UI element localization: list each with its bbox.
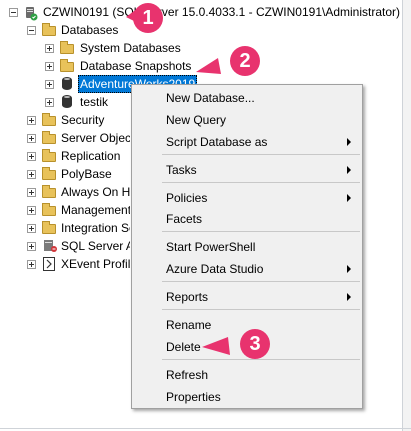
- database-icon: [62, 95, 72, 108]
- expand-icon[interactable]: [27, 152, 36, 161]
- xevent-icon: [42, 257, 58, 271]
- folder-icon: [42, 113, 56, 126]
- tree-node-management[interactable]: Management: [0, 201, 130, 219]
- submenu-arrow-icon: [347, 265, 351, 273]
- expand-icon[interactable]: [27, 242, 36, 251]
- always-on-label: Always On High Availability: [61, 185, 130, 199]
- submenu-arrow-icon: [347, 293, 351, 301]
- menu-separator: [162, 154, 360, 155]
- tree-node-server[interactable]: CZWIN0191 (SQL Server 15.0.4033.1 - CZWI…: [0, 3, 400, 21]
- folder-icon: [42, 167, 56, 180]
- menu-item-new-query[interactable]: New Query: [166, 111, 356, 129]
- expand-icon[interactable]: [27, 116, 36, 125]
- collapse-icon[interactable]: [9, 8, 18, 17]
- folder-icon: [42, 131, 56, 144]
- expand-icon[interactable]: [45, 80, 54, 89]
- folder-icon: [60, 59, 74, 72]
- expand-icon[interactable]: [45, 98, 54, 107]
- tree-node-security[interactable]: Security: [0, 111, 130, 129]
- menu-separator: [162, 359, 360, 360]
- sql-server-agent-label: SQL Server Agent (Agent XPs disabled): [61, 239, 130, 253]
- callout-badge-1: 1: [133, 3, 163, 33]
- agent-icon: [42, 239, 58, 253]
- expand-icon[interactable]: [45, 62, 54, 71]
- folder-icon: [42, 185, 56, 198]
- expand-icon[interactable]: [45, 44, 54, 53]
- submenu-arrow-icon: [347, 138, 351, 146]
- folder-icon: [42, 221, 56, 234]
- tree-node-polybase[interactable]: PolyBase: [0, 165, 130, 183]
- tree-node-integration-services[interactable]: Integration Services Catalogs: [0, 219, 130, 237]
- menu-gutter: [134, 87, 158, 406]
- tree-node-testik[interactable]: testik: [0, 93, 130, 111]
- menu-item-delete[interactable]: Delete: [166, 338, 226, 356]
- menu-item-facets[interactable]: Facets: [166, 210, 356, 228]
- menu-item-tasks[interactable]: Tasks: [166, 161, 356, 179]
- collapse-icon[interactable]: [27, 26, 36, 35]
- integration-services-label: Integration Services Catalogs: [61, 221, 130, 235]
- submenu-arrow-icon: [347, 166, 351, 174]
- menu-separator: [162, 182, 360, 183]
- replication-label: Replication: [61, 149, 121, 163]
- context-menu: New Database... New Query Script Databas…: [131, 84, 363, 409]
- security-label: Security: [61, 113, 105, 127]
- folder-icon: [60, 41, 74, 54]
- menu-item-properties[interactable]: Properties: [166, 388, 356, 406]
- menu-item-reports[interactable]: Reports: [166, 288, 356, 306]
- expand-icon[interactable]: [27, 206, 36, 215]
- tree-node-server-objects[interactable]: Server Objects: [0, 129, 130, 147]
- expand-icon[interactable]: [27, 188, 36, 197]
- tree-node-replication[interactable]: Replication: [0, 147, 130, 165]
- expand-icon[interactable]: [27, 224, 36, 233]
- menu-item-policies[interactable]: Policies: [166, 189, 356, 207]
- folder-icon: [42, 149, 56, 162]
- menu-item-refresh[interactable]: Refresh: [166, 366, 356, 384]
- submenu-arrow-icon: [347, 194, 351, 202]
- menu-separator: [162, 231, 360, 232]
- menu-item-start-powershell[interactable]: Start PowerShell: [166, 238, 356, 256]
- menu-item-azure-data-studio[interactable]: Azure Data Studio: [166, 260, 356, 278]
- server-objects-label: Server Objects: [61, 131, 130, 145]
- system-databases-label: System Databases: [80, 41, 181, 55]
- polybase-label: PolyBase: [61, 167, 112, 181]
- menu-separator: [162, 281, 360, 282]
- server-icon: [23, 5, 39, 21]
- vertical-scrollbar[interactable]: [403, 0, 411, 431]
- folder-icon: [42, 23, 56, 36]
- menu-item-new-database[interactable]: New Database...: [166, 89, 356, 107]
- expand-icon[interactable]: [27, 260, 36, 269]
- callout-badge-2: 2: [230, 46, 260, 76]
- management-label: Management: [61, 203, 130, 217]
- tree-node-sql-server-agent[interactable]: SQL Server Agent (Agent XPs disabled): [0, 237, 130, 255]
- database-icon: [62, 77, 72, 90]
- testik-label: testik: [80, 95, 109, 109]
- expand-icon[interactable]: [27, 170, 36, 179]
- tree-node-always-on[interactable]: Always On High Availability: [0, 183, 130, 201]
- callout-badge-3: 3: [240, 329, 270, 359]
- panel-bottom-border: [0, 428, 411, 429]
- tree-node-xevent-profiler[interactable]: XEvent Profiler: [0, 255, 130, 273]
- databases-label: Databases: [61, 23, 119, 37]
- menu-separator: [162, 309, 360, 310]
- folder-icon: [42, 203, 56, 216]
- menu-item-script-database-as[interactable]: Script Database as: [166, 133, 356, 151]
- server-label: CZWIN0191 (SQL Server 15.0.4033.1 - CZWI…: [43, 5, 401, 19]
- xevent-profiler-label: XEvent Profiler: [61, 257, 130, 271]
- expand-icon[interactable]: [27, 134, 36, 143]
- database-snapshots-label: Database Snapshots: [80, 59, 192, 73]
